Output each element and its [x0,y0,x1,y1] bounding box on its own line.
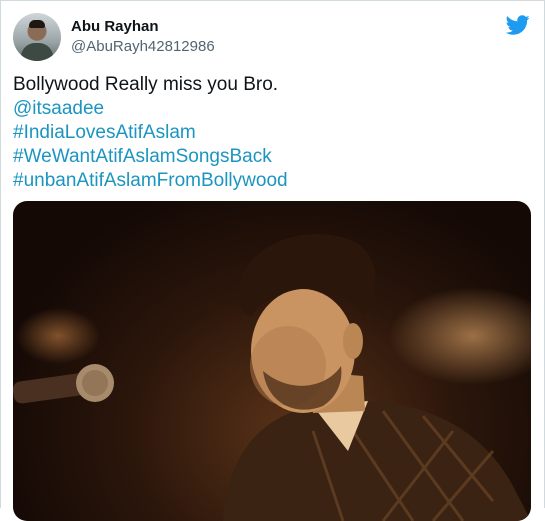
hashtag-link[interactable]: #unbanAtifAslamFromBollywood [13,169,288,193]
display-name[interactable]: Abu Rayhan [71,17,215,37]
tweet-card: Abu Rayhan @AbuRayh42812986 Bollywood Re… [0,0,545,521]
tweet-text-line: Bollywood Really miss you Bro. [13,74,279,95]
user-handle[interactable]: @AbuRayh42812986 [71,37,215,57]
tweet-photo[interactable] [13,201,531,521]
mention-link[interactable]: @itsaadee [13,97,288,121]
user-avatar[interactable] [13,13,61,61]
hashtag-link[interactable]: #WeWantAtifAslamSongsBack [13,145,288,169]
hashtag-link[interactable]: #IndiaLovesAtifAslam [13,121,288,145]
tweet-text: Bollywood Really miss you Bro. @itsaadee… [13,73,288,193]
photo-illustration [13,234,531,521]
tweet-header: Abu Rayhan @AbuRayh42812986 [13,13,215,61]
user-names: Abu Rayhan @AbuRayh42812986 [71,17,215,57]
twitter-bird-icon[interactable] [506,13,530,37]
